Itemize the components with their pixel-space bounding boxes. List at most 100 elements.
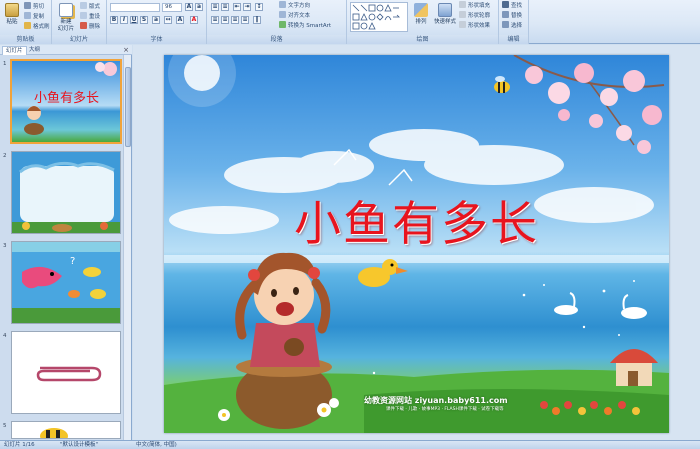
slide-number: 4 (3, 333, 7, 339)
status-bar: 幻灯片 1/16 "默认设计模板" 中文(简体, 中国) (0, 440, 700, 449)
text-direction-icon (279, 1, 286, 8)
select-button[interactable]: 选择 (502, 21, 522, 30)
close-pane-icon[interactable]: × (123, 46, 129, 54)
bold-icon[interactable]: B (110, 16, 118, 24)
font-size-dropdown[interactable]: 96 (162, 3, 182, 12)
paste-icon (5, 3, 19, 17)
underline-icon[interactable]: U (130, 16, 138, 24)
font-name-dropdown[interactable] (110, 3, 160, 12)
grow-font-icon[interactable]: A (185, 3, 193, 11)
clipboard-group-label: 剪贴板 (0, 35, 51, 44)
pane-tabs: 幻灯片 大纲 × (0, 45, 132, 55)
clipboard-group: 粘贴 剪切 复制 格式刷 剪贴板 (0, 0, 52, 44)
fill-bucket-icon (459, 1, 466, 8)
slide-number: 5 (3, 423, 7, 429)
reset-button[interactable]: 重设 (80, 12, 100, 21)
smartart-icon (279, 21, 286, 28)
align-text-button[interactable]: 对齐文本 (279, 11, 310, 20)
tab-slides[interactable]: 幻灯片 (2, 46, 27, 55)
current-slide[interactable]: 小鱼有多长 幼教资源网站 ziyuan.baby611.com 课件下载 · 儿… (164, 55, 669, 433)
new-slide-icon (59, 3, 73, 17)
tab-outline[interactable]: 大纲 (26, 46, 43, 55)
align-center-icon[interactable]: ≡ (221, 16, 229, 24)
find-button[interactable]: 查找 (502, 1, 522, 10)
slides-group: 新建 幻灯片 版式 重设 删除 幻灯片 (52, 0, 107, 44)
slide-number: 2 (3, 153, 7, 159)
delete-slide-button[interactable]: 删除 (80, 22, 100, 31)
slide-thumbnail-2[interactable] (11, 151, 121, 234)
thumb-1-title: 小鱼有多长 (34, 91, 100, 106)
columns-icon[interactable]: ‖ (253, 16, 261, 24)
ribbon: 粘贴 剪切 复制 格式刷 剪贴板 新建 幻灯片 版式 重设 删除 幻灯片 96 … (0, 0, 700, 44)
slide-thumbnail-4[interactable] (11, 331, 121, 414)
shadow-icon[interactable]: a (152, 16, 160, 24)
theme-name[interactable]: "默认设计模板" (60, 441, 98, 449)
thumb-3-art: ? (12, 242, 120, 323)
cut-button[interactable]: 剪切 (24, 2, 44, 11)
justify-icon[interactable]: ≡ (241, 16, 249, 24)
select-arrow-icon (502, 21, 509, 28)
layout-icon (80, 2, 87, 9)
smartart-button[interactable]: 转换为 SmartArt (279, 21, 331, 30)
slide-title[interactable]: 小鱼有多长 (244, 185, 589, 254)
italic-icon[interactable]: I (120, 16, 128, 24)
bullets-icon[interactable]: ≡ (211, 3, 219, 11)
shape-effects-button[interactable]: 形状效果 (459, 21, 490, 30)
shrink-font-icon[interactable]: a (195, 3, 203, 11)
line-spacing-icon[interactable]: ↕ (255, 3, 263, 11)
watermark-subtext: 课件下载 · 儿歌 · 故事MP3 · FLASH课件下载 · 试卷下载等 (386, 407, 504, 412)
quick-styles-icon (438, 3, 452, 17)
drawing-group: 排列 快速样式 形状填充 形状轮廓 形状效果 绘图 (347, 0, 499, 44)
reset-icon (80, 12, 87, 19)
slide-number: 3 (3, 243, 7, 249)
slide-thumbnail-3[interactable]: ? (11, 241, 121, 324)
arrange-icon (414, 3, 428, 17)
scissors-icon (24, 2, 31, 9)
arrange-button[interactable]: 排列 (411, 2, 431, 32)
slide-thumbnail-5[interactable] (11, 421, 121, 439)
slides-group-label: 幻灯片 (52, 35, 106, 44)
slide-thumbnail-1[interactable]: 小鱼有多长 (10, 59, 122, 144)
bee (494, 76, 510, 93)
align-right-icon[interactable]: ≡ (231, 16, 239, 24)
align-text-icon (279, 11, 286, 18)
effects-icon (459, 21, 466, 28)
svg-text:?: ? (70, 256, 75, 267)
paragraph-group-label: 段落 (207, 35, 346, 44)
paste-button[interactable]: 粘贴 (2, 2, 22, 32)
paperclip-icon (12, 332, 120, 413)
spacing-icon[interactable]: ↔ (164, 16, 172, 24)
slide-count: 幻灯片 1/16 (4, 442, 35, 448)
quick-styles-button[interactable]: 快速样式 (433, 2, 457, 32)
slides-scrollbar[interactable] (123, 55, 131, 440)
font-color-icon[interactable]: A (190, 16, 198, 24)
watermark-text: 幼教资源网站 ziyuan.baby611.com (364, 396, 508, 405)
language-status[interactable]: 中文(简体, 中国) (136, 441, 177, 449)
girl-character (235, 252, 332, 429)
shape-outline-button[interactable]: 形状轮廓 (459, 11, 490, 20)
slide-number: 1 (3, 61, 7, 67)
numbering-icon[interactable]: ≡ (221, 3, 229, 11)
shapes-icon (352, 4, 400, 30)
delete-icon (80, 22, 87, 29)
format-painter-button[interactable]: 格式刷 (24, 22, 50, 31)
decrease-indent-icon[interactable]: ⇤ (233, 3, 241, 11)
font-group-label: 字体 (107, 35, 206, 44)
strikethrough-icon[interactable]: S (140, 16, 148, 24)
replace-button[interactable]: 替换 (502, 11, 522, 20)
shape-fill-button[interactable]: 形状填充 (459, 1, 490, 10)
increase-indent-icon[interactable]: ⇥ (243, 3, 251, 11)
outline-pen-icon (459, 11, 466, 18)
align-left-icon[interactable]: ≡ (211, 16, 219, 24)
editing-group-label: 编辑 (499, 35, 528, 44)
change-case-icon[interactable]: A (176, 16, 184, 24)
shapes-gallery[interactable] (350, 2, 408, 32)
brush-icon (24, 22, 31, 29)
copy-button[interactable]: 复制 (24, 12, 44, 21)
new-slide-button[interactable]: 新建 幻灯片 (54, 2, 78, 32)
editing-group: 查找 替换 选择 编辑 (499, 0, 529, 44)
scroll-thumb[interactable] (125, 67, 131, 147)
layout-button[interactable]: 版式 (80, 2, 100, 11)
replace-icon (502, 11, 509, 18)
text-direction-button[interactable]: 文字方向 (279, 1, 310, 10)
